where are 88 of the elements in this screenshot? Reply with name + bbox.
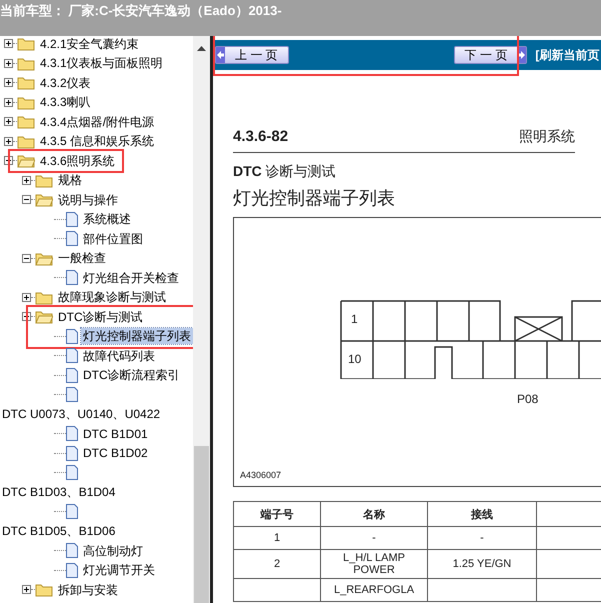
- folder-icon: [35, 250, 53, 266]
- expand-icon[interactable]: [4, 117, 13, 126]
- folder-icon: [17, 134, 35, 149]
- expand-icon[interactable]: [4, 39, 13, 48]
- table-cell: L_H/L LAMP POWER: [320, 550, 428, 578]
- tree-item[interactable]: DTC B1D03、B1D04: [0, 484, 118, 500]
- folder-icon: [35, 172, 53, 188]
- table-cell: 2: [234, 550, 320, 578]
- tree-item[interactable]: 灯光调节开关: [81, 562, 157, 578]
- chapter-title: 照明系统: [519, 128, 575, 146]
- table-cell: L_REARFOGLA: [320, 578, 428, 602]
- document-icon: [66, 368, 78, 383]
- table-cell: -: [320, 526, 428, 550]
- tree-item[interactable]: 4.3.3喇叭: [38, 94, 93, 110]
- tree-item[interactable]: 拆卸与安装: [56, 582, 120, 598]
- tree-item[interactable]: 4.3.2仪表: [38, 74, 93, 91]
- document-icon: [66, 562, 78, 578]
- expand-icon[interactable]: [4, 98, 13, 107]
- document-icon: [66, 426, 78, 442]
- table-cell: -: [428, 526, 536, 550]
- connector-label: P08: [517, 392, 538, 406]
- tree-item[interactable]: 故障现象诊断与测试: [56, 289, 168, 306]
- tree-item[interactable]: 4.3.1仪表板与面板照明: [38, 55, 165, 72]
- column-header: 接线: [428, 502, 536, 526]
- document-icon: [66, 212, 78, 227]
- pin-number: 10: [348, 352, 362, 366]
- folder-icon: [35, 309, 53, 324]
- document-icon: [66, 465, 78, 480]
- folder-icon: [17, 153, 35, 168]
- document-icon: [66, 328, 78, 344]
- tree-item[interactable]: DTC B1D02: [81, 445, 150, 462]
- scroll-up-icon[interactable]: [197, 46, 206, 51]
- tree-item[interactable]: DTC U0073、U0140、U0422: [0, 406, 162, 422]
- document-icon: [66, 231, 78, 246]
- document-icon: [66, 504, 78, 520]
- folder-icon: [35, 192, 53, 208]
- tree-item[interactable]: 一般检查: [56, 250, 108, 266]
- tree-item[interactable]: DTC B1D05、B1D06: [0, 523, 118, 540]
- tree-item[interactable]: 系统概述: [81, 211, 133, 228]
- pin-number: 1: [351, 312, 358, 326]
- figure-id: A4306007: [240, 470, 282, 480]
- collapse-icon[interactable]: [22, 254, 31, 263]
- tree-item[interactable]: DTC诊断流程索引: [81, 367, 182, 384]
- scrollbar[interactable]: [193, 36, 210, 603]
- expand-icon[interactable]: [22, 176, 31, 185]
- document-icon: [66, 270, 78, 286]
- tree-item[interactable]: 灯光控制器端子列表: [81, 328, 193, 344]
- tree-item[interactable]: DTC诊断与测试: [56, 308, 145, 325]
- page-title: 灯光控制器端子列表: [233, 187, 396, 210]
- column-header: 端子号: [234, 502, 320, 526]
- expand-icon[interactable]: [22, 292, 31, 302]
- vehicle-model-label: 当前车型： 厂家:C-长安汽车逸动（Eado）2013-: [0, 3, 282, 18]
- expand-icon[interactable]: [22, 585, 31, 594]
- table-cell: 1.25 YE/GN: [428, 550, 536, 578]
- folder-icon: [35, 582, 53, 598]
- expand-icon[interactable]: [4, 78, 13, 88]
- tree-item[interactable]: DTC B1D01: [81, 426, 150, 442]
- tree-item[interactable]: 4.3.4点烟器/附件电源: [38, 114, 156, 130]
- folder-icon: [17, 114, 35, 130]
- tree-item[interactable]: 高位制动灯: [81, 542, 145, 559]
- tree-item[interactable]: 部件位置图: [81, 230, 145, 247]
- scroll-thumb[interactable]: [194, 446, 209, 603]
- collapse-icon[interactable]: [22, 195, 31, 204]
- folder-icon: [17, 94, 35, 110]
- tree-item[interactable]: 规格: [56, 172, 84, 188]
- tree-item[interactable]: 4.3.6照明系统: [38, 152, 117, 169]
- arrow-left-icon: [216, 47, 225, 63]
- document-icon: [66, 446, 78, 461]
- column-header: 名称: [320, 502, 428, 526]
- tree-item[interactable]: 4.3.5 信息和娱乐系统: [38, 133, 156, 150]
- folder-icon: [17, 75, 35, 90]
- previous-page-button[interactable]: 上 一 页: [215, 46, 289, 64]
- refresh-page-link[interactable]: [刷新当前页: [535, 46, 600, 64]
- tree-item[interactable]: 故障代码列表: [81, 348, 157, 364]
- folder-icon: [17, 56, 35, 71]
- tree-item[interactable]: 灯光组合开关检查: [81, 270, 181, 286]
- document-icon: [66, 543, 78, 558]
- document-icon: [66, 348, 78, 364]
- table-cell: 1: [234, 526, 320, 550]
- expand-icon[interactable]: [4, 136, 13, 146]
- tree-item[interactable]: 说明与操作: [56, 192, 120, 208]
- document-icon: [66, 387, 78, 402]
- folder-icon: [35, 290, 53, 305]
- expand-icon[interactable]: [4, 58, 13, 68]
- section-title: DTC 诊断与测试: [233, 163, 337, 181]
- next-page-button[interactable]: 下 一 页: [454, 46, 528, 64]
- tree-item[interactable]: 4.2.1安全气囊约束: [38, 36, 141, 52]
- page-number: 4.3.6-82: [233, 128, 288, 145]
